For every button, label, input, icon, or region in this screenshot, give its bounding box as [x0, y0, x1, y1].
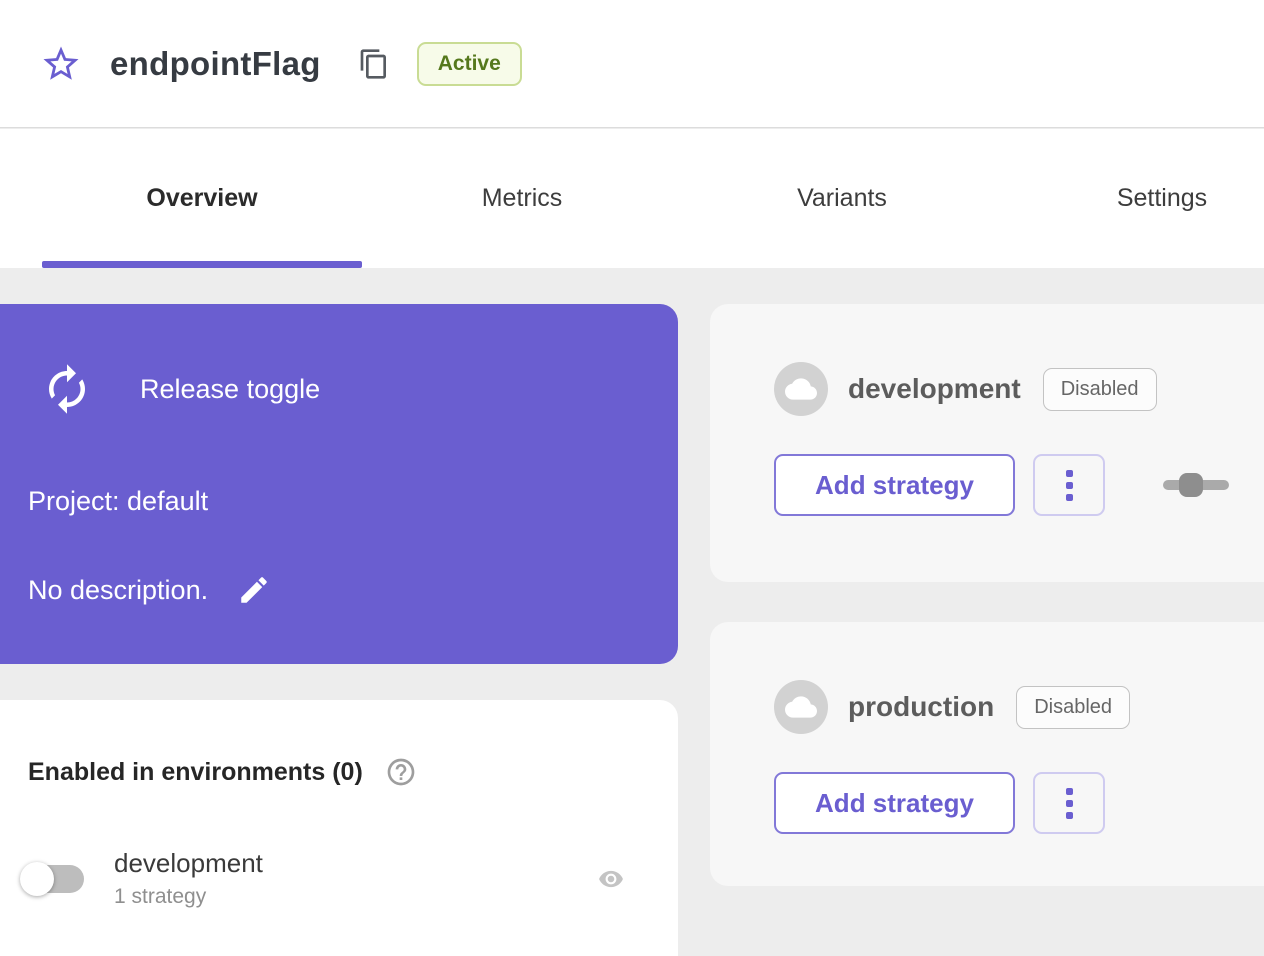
tab-bar: Overview Metrics Variants Settings — [0, 129, 1264, 268]
tab-settings[interactable]: Settings — [1002, 129, 1264, 268]
environment-status-chip: Disabled — [1043, 368, 1157, 411]
tab-overview[interactable]: Overview — [42, 129, 362, 268]
page-header: endpointFlag Active — [0, 0, 1264, 128]
release-toggle-icon — [40, 362, 94, 416]
cloud-icon — [774, 362, 828, 416]
add-strategy-button[interactable]: Add strategy — [774, 772, 1015, 834]
visibility-eye-icon[interactable] — [594, 862, 628, 896]
tab-variants[interactable]: Variants — [682, 129, 1002, 268]
more-actions-kebab-icon[interactable] — [1033, 772, 1105, 834]
status-badge: Active — [417, 42, 522, 86]
more-actions-kebab-icon[interactable] — [1033, 454, 1105, 516]
active-tab-indicator — [42, 261, 362, 268]
add-strategy-button[interactable]: Add strategy — [774, 454, 1015, 516]
favorite-star-icon[interactable] — [40, 43, 82, 85]
environment-row-development: development 1 strategy — [22, 848, 628, 909]
content-area: Release toggle Project: default No descr… — [0, 268, 1264, 956]
description-text: No description. — [28, 575, 208, 606]
help-icon[interactable] — [385, 756, 417, 788]
feature-flag-page: endpointFlag Active Overview Metrics Var… — [0, 0, 1264, 956]
environment-name: development — [114, 848, 263, 879]
environment-enable-switch[interactable] — [22, 865, 84, 893]
environment-card-name: development — [848, 373, 1021, 405]
toggle-type-label: Release toggle — [140, 374, 320, 405]
environment-status-chip: Disabled — [1016, 686, 1130, 729]
tab-metrics[interactable]: Metrics — [362, 129, 682, 268]
page-title: endpointFlag — [110, 45, 321, 83]
enabled-environments-heading: Enabled in environments (0) — [28, 758, 363, 787]
environment-card-development: development Disabled Add strategy — [710, 304, 1264, 582]
edit-description-icon[interactable] — [236, 572, 272, 608]
copy-icon[interactable] — [357, 47, 391, 81]
environment-card-name: production — [848, 691, 994, 723]
environment-strategy-count: 1 strategy — [114, 885, 263, 909]
cloud-icon — [774, 680, 828, 734]
enabled-environments-panel: Enabled in environments (0) development … — [0, 700, 678, 956]
environment-toggle-switch[interactable] — [1163, 473, 1229, 497]
project-label: Project: default — [28, 486, 208, 517]
feature-overview-card: Release toggle Project: default No descr… — [0, 304, 678, 664]
environment-card-production: production Disabled Add strategy — [710, 622, 1264, 886]
